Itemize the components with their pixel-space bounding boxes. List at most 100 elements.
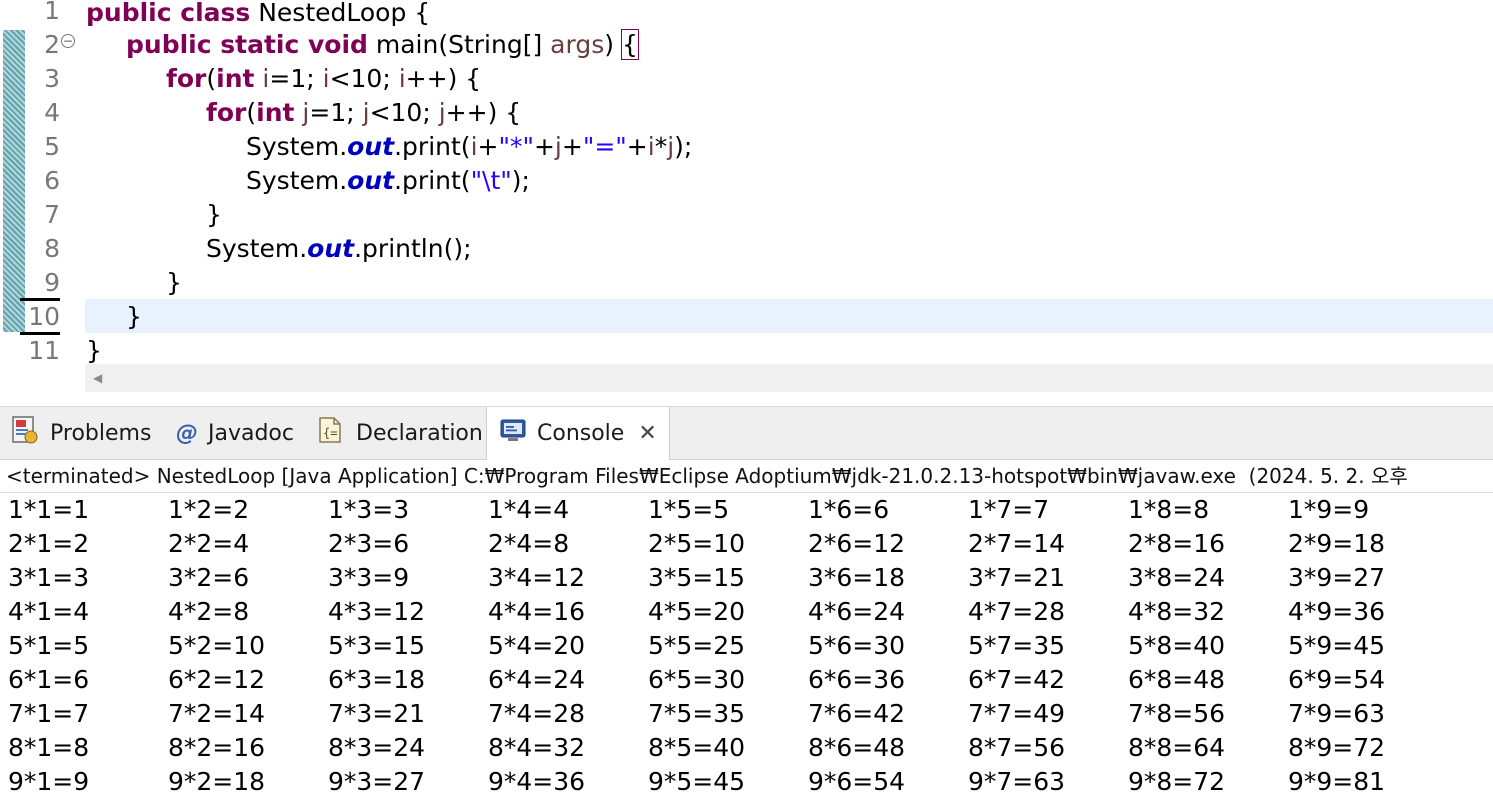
output-cell: 1*7=7 [968, 495, 1050, 524]
line-number: 3 [44, 64, 60, 93]
output-cell: 9*4=36 [488, 767, 586, 796]
code-line-1: public class NestedLoop { [86, 0, 431, 27]
tab-problems[interactable]: Problems [10, 407, 151, 459]
code-editor[interactable]: 1 2 3 4 5 6 7 8 9 10 11 − public class N… [0, 0, 1493, 365]
output-cell: 8*8=64 [1128, 733, 1226, 762]
output-cell: 3*8=24 [1128, 563, 1226, 592]
output-cell: 9*9=81 [1288, 767, 1386, 796]
output-cell: 7*7=49 [968, 699, 1066, 728]
tab-label: Javadoc [208, 420, 294, 446]
output-cell: 6*8=48 [1128, 665, 1226, 694]
output-cell: 6*5=30 [648, 665, 746, 694]
horizontal-scrollbar[interactable]: ◀ [85, 364, 1493, 392]
output-cell: 8*5=40 [648, 733, 746, 762]
output-cell: 5*4=20 [488, 631, 586, 660]
output-cell: 5*3=15 [328, 631, 426, 660]
output-cell: 5*9=45 [1288, 631, 1386, 660]
line-number: 6 [44, 166, 60, 195]
console-process-label: <terminated> NestedLoop [Java Applicatio… [6, 464, 1408, 488]
code-line-2: public static void main(String[] args) { [126, 29, 639, 60]
tab-label: Console [537, 421, 625, 446]
matching-bracket: { [620, 29, 639, 60]
collapse-minus-icon[interactable]: − [61, 34, 75, 48]
tab-declaration[interactable]: {= Declaration [316, 407, 483, 459]
output-cell: 1*5=5 [648, 495, 730, 524]
console-icon [499, 417, 527, 451]
at-icon: @ [176, 420, 198, 446]
output-cell: 1*6=6 [808, 495, 890, 524]
output-cell: 7*2=14 [168, 699, 266, 728]
line-number: 4 [44, 98, 60, 127]
output-cell: 8*4=32 [488, 733, 586, 762]
console-panel: Problems @ Javadoc {= Declaration Consol… [0, 406, 1493, 796]
output-cell: 1*8=8 [1128, 495, 1210, 524]
code-line-5: System.out.print(i+"*"+j+"="+i*j); [246, 132, 693, 161]
output-cell: 7*5=35 [648, 699, 746, 728]
output-cell: 8*3=24 [328, 733, 426, 762]
output-cell: 2*7=14 [968, 529, 1066, 558]
line-number: 9 [20, 268, 60, 301]
output-cell: 3*6=18 [808, 563, 906, 592]
output-cell: 3*2=6 [168, 563, 250, 592]
output-cell: 5*8=40 [1128, 631, 1226, 660]
output-cell: 2*9=18 [1288, 529, 1386, 558]
output-cell: 9*6=54 [808, 767, 906, 796]
output-cell: 4*7=28 [968, 597, 1066, 626]
output-cell: 1*3=3 [328, 495, 410, 524]
output-cell: 3*1=3 [8, 563, 90, 592]
output-cell: 1*4=4 [488, 495, 570, 524]
tab-label: Problems [50, 420, 152, 446]
output-cell: 6*7=42 [968, 665, 1066, 694]
output-cell: 5*7=35 [968, 631, 1066, 660]
output-cell: 5*1=5 [8, 631, 90, 660]
code-line-3: for(int i=1; i<10; i++) { [166, 64, 482, 93]
close-icon[interactable]: ✕ [638, 421, 656, 446]
code-line-10: } [126, 302, 142, 331]
output-cell: 3*9=27 [1288, 563, 1386, 592]
line-number: 8 [44, 234, 60, 263]
output-cell: 7*9=63 [1288, 699, 1386, 728]
code-line-4: for(int j=1; j<10; j++) { [206, 98, 522, 127]
output-cell: 1*2=2 [168, 495, 250, 524]
line-number: 2 [44, 30, 60, 59]
output-cell: 6*6=36 [808, 665, 906, 694]
output-cell: 7*8=56 [1128, 699, 1226, 728]
panel-tab-bar: Problems @ Javadoc {= Declaration Consol… [0, 407, 1493, 460]
output-cell: 7*3=21 [328, 699, 426, 728]
output-cell: 9*1=9 [8, 767, 90, 796]
scroll-left-icon[interactable]: ◀ [93, 371, 102, 385]
code-line-11: } [86, 336, 102, 365]
svg-text:{=: {= [323, 426, 337, 440]
output-cell: 3*3=9 [328, 563, 410, 592]
line-number: 1 [44, 0, 60, 25]
code-line-9: } [166, 268, 182, 297]
output-cell: 4*2=8 [168, 597, 250, 626]
output-cell: 1*1=1 [8, 495, 90, 524]
output-cell: 6*2=12 [168, 665, 266, 694]
output-cell: 5*5=25 [648, 631, 746, 660]
output-cell: 9*8=72 [1128, 767, 1226, 796]
output-cell: 4*6=24 [808, 597, 906, 626]
output-cell: 4*8=32 [1128, 597, 1226, 626]
line-number: 10 [20, 302, 60, 335]
output-cell: 9*5=45 [648, 767, 746, 796]
output-cell: 3*5=15 [648, 563, 746, 592]
output-cell: 8*6=48 [808, 733, 906, 762]
line-number: 7 [44, 200, 60, 229]
output-cell: 5*6=30 [808, 631, 906, 660]
output-cell: 4*4=16 [488, 597, 586, 626]
output-cell: 2*2=4 [168, 529, 250, 558]
output-cell: 2*6=12 [808, 529, 906, 558]
output-cell: 9*2=18 [168, 767, 266, 796]
output-cell: 2*5=10 [648, 529, 746, 558]
output-cell: 4*1=4 [8, 597, 90, 626]
line-number: 11 [28, 336, 60, 365]
code-line-7: } [206, 200, 222, 229]
output-cell: 5*2=10 [168, 631, 266, 660]
output-cell: 2*4=8 [488, 529, 570, 558]
tab-javadoc[interactable]: @ Javadoc [176, 407, 294, 459]
output-cell: 3*4=12 [488, 563, 586, 592]
output-cell: 8*9=72 [1288, 733, 1386, 762]
tab-console[interactable]: Console ✕ [486, 407, 670, 460]
output-cell: 7*6=42 [808, 699, 906, 728]
